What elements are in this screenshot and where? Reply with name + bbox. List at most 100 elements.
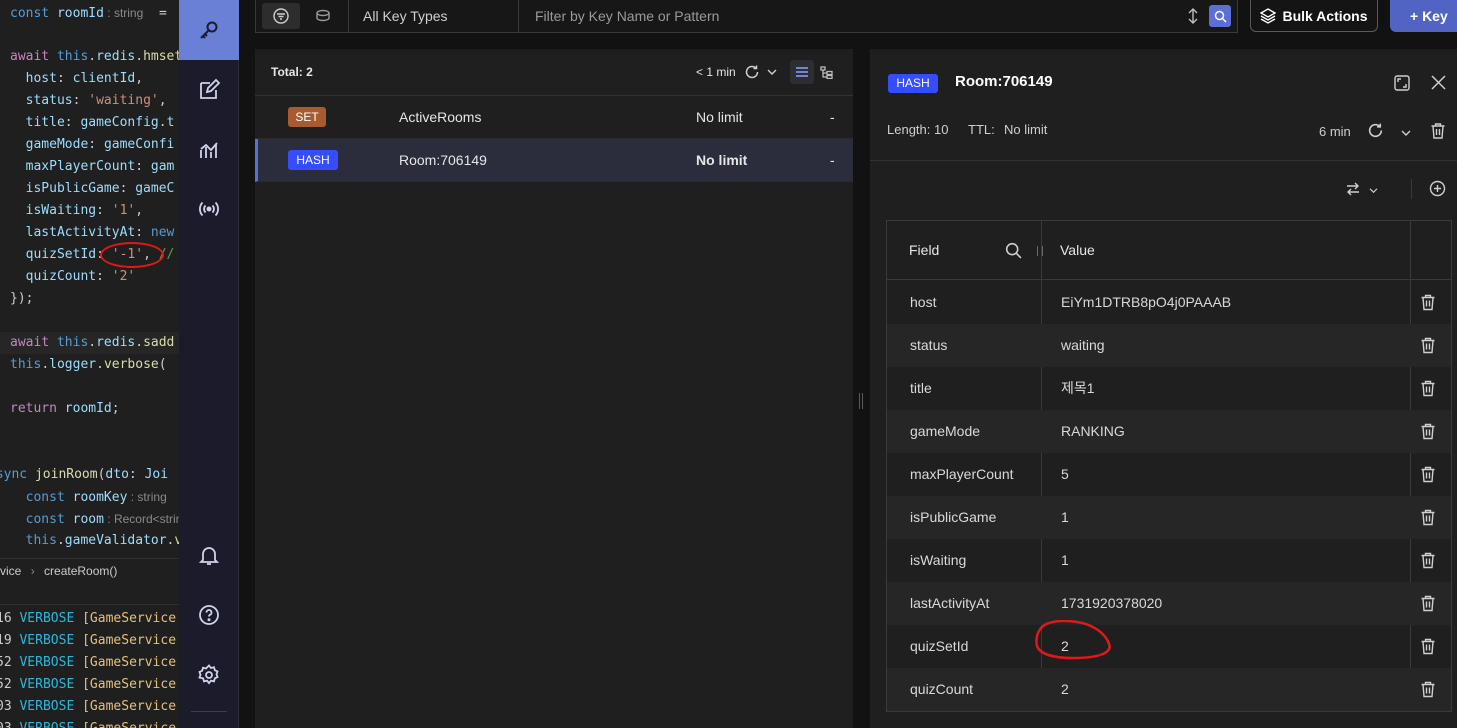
delete-field-button[interactable] [1420,508,1440,528]
delete-field-button[interactable] [1420,336,1440,356]
key-type-badge: HASH [888,74,938,93]
chevron-down-icon[interactable] [1401,129,1411,137]
code-token: isPublicGame [10,181,120,196]
trash-icon [1420,423,1436,444]
delete-field-button[interactable] [1420,551,1440,571]
value-cell[interactable]: 1 [1061,539,1069,582]
value-column-header[interactable]: Value [1060,221,1095,280]
fullscreen-icon[interactable] [1394,75,1410,91]
nav-browser[interactable] [179,0,239,60]
code-line: }); [10,288,33,310]
list-icon [796,67,808,77]
code-token: const [10,490,73,505]
terminal-line: 19 VERBOSE [GameService [0,630,176,652]
key-pattern-input[interactable]: Filter by Key Name or Pattern [520,0,1237,32]
log-level: VERBOSE [19,721,74,728]
chevron-down-icon[interactable] [767,68,777,76]
delete-field-button[interactable] [1420,680,1440,700]
trash-icon [1420,380,1436,401]
chevron-down-icon[interactable] [1369,187,1378,194]
search-icon[interactable] [1005,242,1022,259]
nav-help[interactable] [179,585,239,645]
nav-pubsub[interactable] [179,179,239,239]
details-refresh-time: 6 min [1319,124,1351,139]
close-icon[interactable] [1431,75,1446,90]
terminal-output[interactable]: 16 VERBOSE [GameService19 VERBOSE [GameS… [0,604,179,728]
redis-insight-app: All Key Types Filter by Key Name or Patt… [179,0,1457,728]
key-name-title[interactable]: Room:706149 [955,73,1053,90]
code-line: maxPlayerCount: gam [10,156,175,178]
code-token: sadd [143,335,175,350]
code-token: }); [10,291,34,306]
key-row[interactable]: HASH Room:706149 No limit - [255,139,853,182]
add-key-button[interactable]: + Key [1390,0,1457,32]
code-token: roomId [64,401,112,416]
list-view-button[interactable] [790,60,814,84]
delete-field-button[interactable] [1420,422,1440,442]
code-token: , [158,93,167,108]
breadcrumb-file[interactable]: vice [0,564,21,578]
key-size: - [830,152,835,168]
bulk-actions-button[interactable]: Bulk Actions [1250,0,1378,32]
field-column-header[interactable]: Field [909,221,939,280]
search-mode-button[interactable] [304,3,342,29]
field-cell: maxPlayerCount [910,466,1014,482]
code-token: : [72,93,89,108]
nav-settings[interactable] [179,645,239,705]
nav-divider [191,711,227,712]
field-cell: isWaiting [910,552,967,568]
code-token: : string [127,490,167,504]
log-level: VERBOSE [19,655,75,670]
log-level: VERBOSE [19,699,75,714]
code-token: : [128,467,145,482]
value-cell[interactable]: waiting [1061,324,1105,367]
delete-field-button[interactable] [1420,293,1440,313]
code-token: lastActivityAt [10,225,136,240]
breadcrumb-symbol[interactable]: createRoom() [44,564,117,578]
nav-workbench[interactable] [179,60,239,120]
layers-icon [1260,7,1277,24]
code-token: : [119,181,136,196]
value-cell[interactable]: 1731920378020 [1061,582,1162,625]
delete-field-button[interactable] [1420,637,1440,657]
value-cell[interactable]: 5 [1061,453,1069,496]
nav-analytics[interactable] [179,120,239,180]
format-switch-icon[interactable] [1345,181,1361,197]
terminal-line: 16 VERBOSE [GameService [0,608,176,630]
table-row: host EiYm1DTRB8pO4j0PAAAB [887,281,1451,324]
code-token: redis [96,335,136,350]
column-resize-handle[interactable] [1037,246,1043,256]
table-row: title 제목1 [887,367,1451,410]
screen: const roomId : string = await this.redis.… [0,0,1457,728]
sort-icon[interactable] [1187,8,1199,24]
filter-toggle-button[interactable] [262,3,300,29]
value-cell[interactable]: 2 [1061,668,1069,711]
key-type-select[interactable]: All Key Types [348,0,519,32]
code-token: this [56,49,89,64]
code-token: verbose [103,357,159,372]
trash-icon [1420,552,1436,573]
tree-view-icon[interactable] [820,66,833,79]
panel-resize-handle[interactable] [859,393,863,409]
nav-notifications[interactable] [179,525,239,585]
code-token: 'waiting' [88,93,159,108]
code-token: : string [103,6,144,20]
add-field-icon[interactable] [1429,180,1446,197]
value-cell[interactable]: EiYm1DTRB8pO4j0PAAAB [1061,281,1231,324]
key-details-header: HASH Room:706149 Length: 10 TTL: No limi… [870,49,1457,161]
code-token: await [10,49,57,64]
refresh-icon[interactable] [1367,122,1384,139]
value-cell[interactable]: 제목1 [1061,367,1095,410]
search-button[interactable] [1209,5,1231,27]
value-cell[interactable]: RANKING [1061,410,1125,453]
delete-field-button[interactable] [1420,465,1440,485]
delete-field-button[interactable] [1420,594,1440,614]
code-editor[interactable]: const roomId : string = await this.redis.… [0,0,179,728]
value-cell[interactable]: 1 [1061,496,1069,539]
key-row[interactable]: SET ActiveRooms No limit - [255,96,853,139]
delete-field-button[interactable] [1420,379,1440,399]
left-navigation [179,0,239,728]
ttl-value[interactable]: No limit [1004,122,1047,137]
refresh-icon[interactable] [744,64,760,80]
trash-icon[interactable] [1430,122,1446,139]
